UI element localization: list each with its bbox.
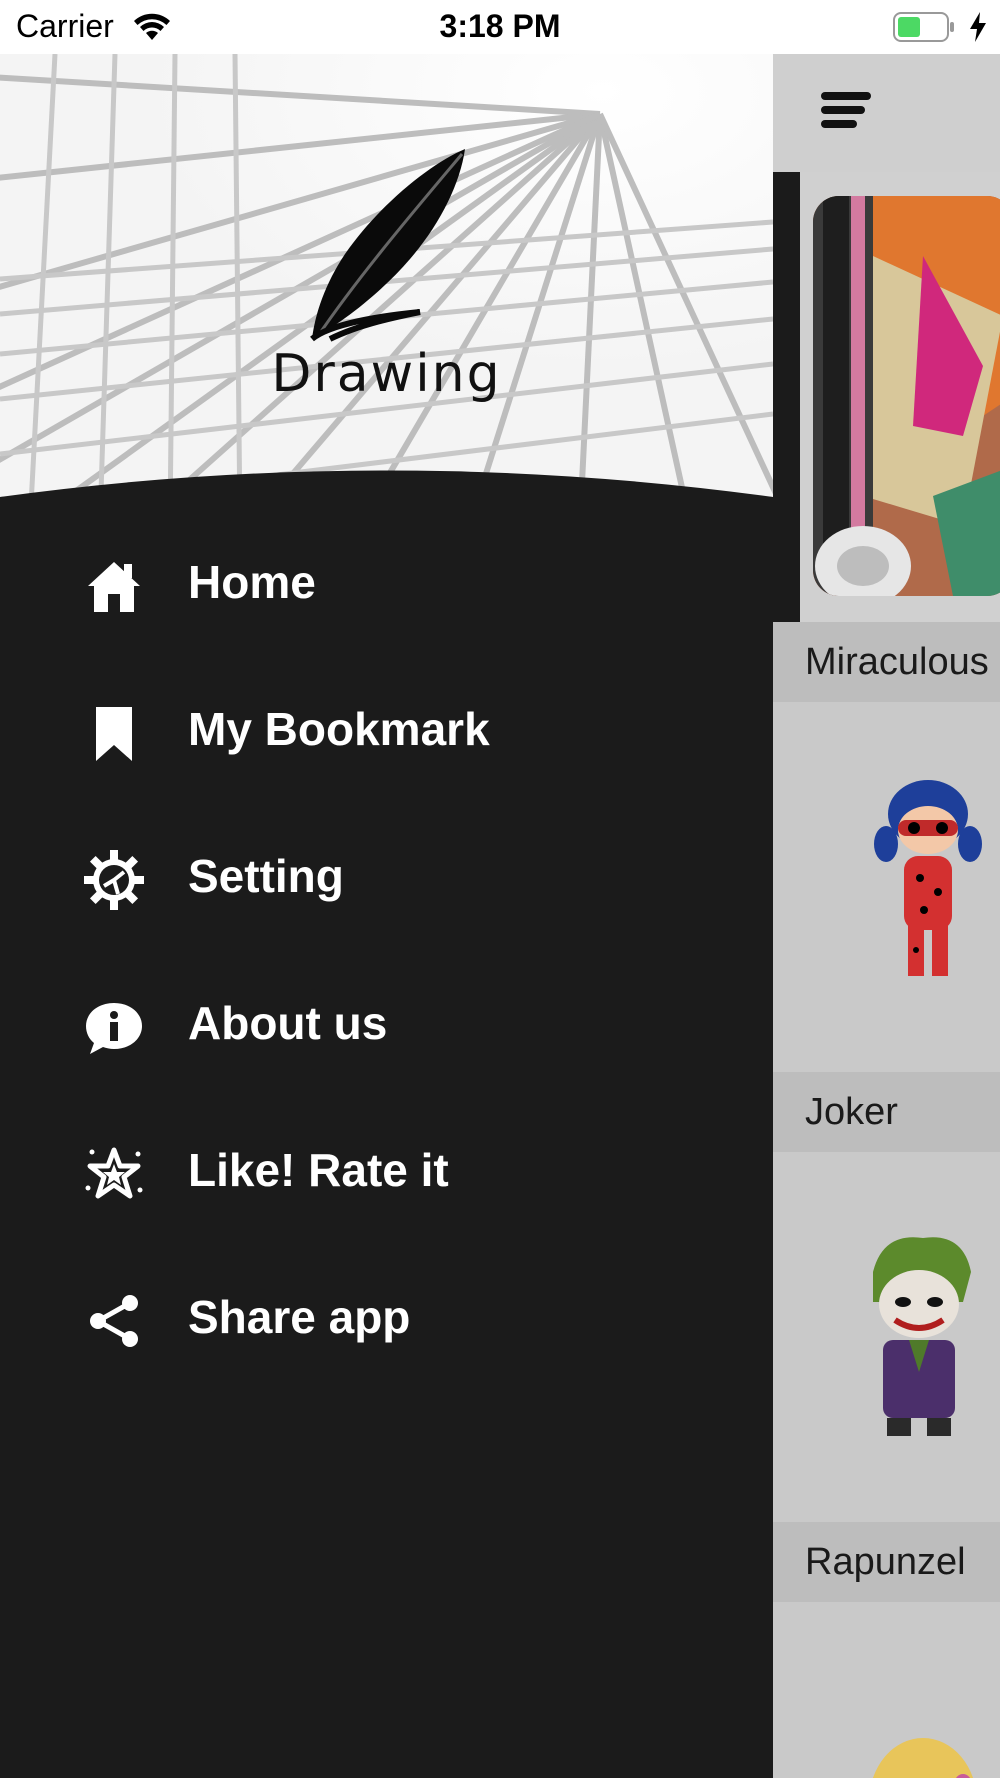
menu-item-rate[interactable]: Like! Rate it — [0, 1117, 773, 1227]
hamburger-menu-icon[interactable] — [821, 92, 871, 136]
section-title-joker: Joker — [773, 1072, 1000, 1152]
menu-item-bookmark[interactable]: My Bookmark — [0, 676, 773, 786]
menu-item-label: My Bookmark — [188, 703, 490, 755]
drawing-card-rapunzel[interactable] — [773, 1602, 1000, 1778]
rapunzel-thumbnail — [872, 1738, 974, 1778]
menu-item-label: Share app — [188, 1291, 411, 1343]
menu-item-label: Home — [188, 556, 316, 608]
section-title-rapunzel: Rapunzel — [773, 1522, 1000, 1602]
menu-item-home[interactable]: Home — [0, 529, 773, 639]
drawing-card-miraculous[interactable] — [773, 702, 1000, 1072]
app-toolbar — [773, 54, 1000, 172]
navigation-drawer: Drawing Home My Bookmark Setting About u… — [0, 54, 773, 1778]
menu-item-label: Setting — [188, 850, 344, 902]
clock: 3:18 PM — [439, 8, 561, 44]
section-title-miraculous: Miraculous — [773, 622, 1000, 702]
menu-item-about[interactable]: About us — [0, 970, 773, 1080]
bookmark-icon — [96, 707, 132, 761]
menu-item-share[interactable]: Share app — [0, 1264, 773, 1374]
joker-thumbnail — [873, 1237, 971, 1436]
main-content: Miraculous Joker Rapunzel — [773, 54, 1000, 1778]
share-icon — [90, 1295, 138, 1347]
info-icon — [86, 1003, 142, 1054]
home-icon — [88, 562, 140, 612]
star-icon — [85, 1147, 143, 1199]
status-bar: Carrier 3:18 PM — [0, 0, 1000, 54]
drawer-header: Drawing — [0, 54, 773, 524]
featured-banner — [773, 172, 1000, 622]
app-title: Drawing — [271, 344, 502, 404]
menu-item-label: Like! Rate it — [188, 1144, 449, 1196]
charging-bolt-icon — [970, 12, 986, 42]
menu-item-setting[interactable]: Setting — [0, 823, 773, 933]
battery-icon — [893, 12, 954, 42]
drawing-card-joker[interactable] — [773, 1152, 1000, 1522]
grid-background — [0, 54, 773, 524]
menu-item-label: About us — [188, 997, 388, 1049]
miraculous-thumbnail — [874, 780, 982, 976]
gear-icon — [84, 850, 144, 910]
banner-image[interactable] — [813, 196, 1000, 596]
